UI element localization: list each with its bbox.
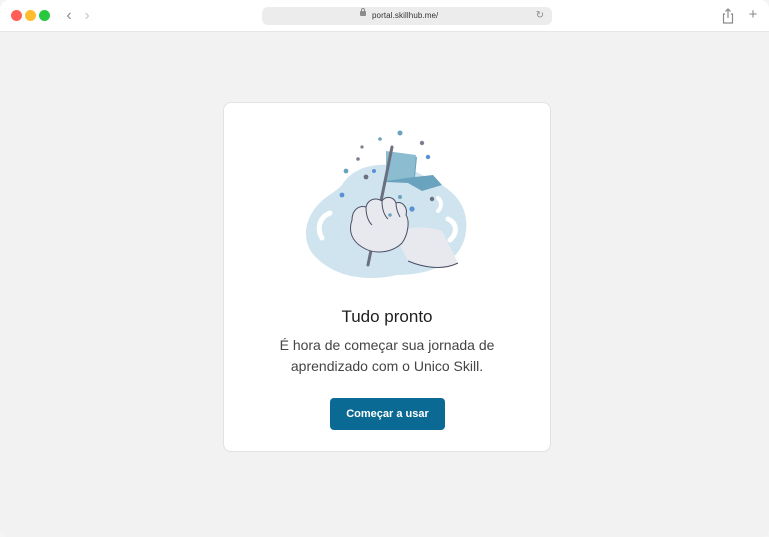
chevron-right-icon: › (84, 7, 90, 24)
url-text: portal.skillhub.me/ (372, 11, 439, 20)
onboarding-card: Tudo pronto É hora de começar sua jornad… (223, 102, 551, 452)
share-button[interactable] (721, 7, 735, 25)
card-title: Tudo pronto (341, 307, 433, 326)
card-description: É hora de começar sua jornada de aprendi… (279, 337, 495, 374)
close-window-button[interactable] (11, 10, 22, 21)
minimize-window-button[interactable] (25, 10, 36, 21)
browser-toolbar: ‹ › portal.skillhub.me/ ↻ + (0, 0, 769, 32)
browser-window: ‹ › portal.skillhub.me/ ↻ + Tudo pronto … (0, 0, 769, 537)
back-button[interactable]: ‹ (60, 6, 78, 26)
address-bar[interactable]: portal.skillhub.me/ ↻ (262, 7, 552, 25)
celebration-flag-illustration (305, 130, 467, 279)
reload-button[interactable]: ↻ (533, 9, 547, 23)
start-button[interactable]: Começar a usar (330, 398, 445, 430)
share-icon (722, 8, 734, 24)
plus-icon: + (748, 6, 758, 23)
lock-icon (360, 8, 366, 16)
chevron-left-icon: ‹ (66, 7, 72, 24)
maximize-window-button[interactable] (39, 10, 50, 21)
new-tab-button[interactable]: + (745, 5, 761, 25)
reload-icon: ↻ (535, 10, 545, 21)
forward-button[interactable]: › (78, 6, 96, 26)
